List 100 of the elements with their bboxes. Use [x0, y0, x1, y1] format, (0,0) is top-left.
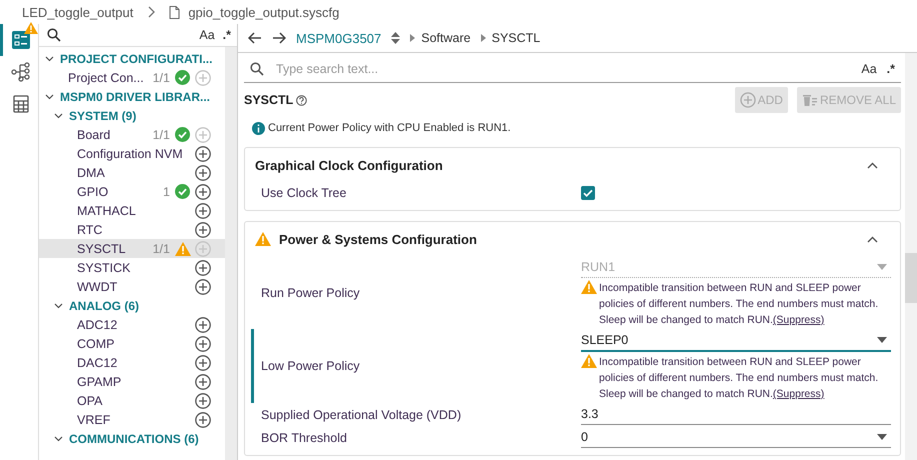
- category-label: COMMUNICATIONS (6): [69, 432, 199, 446]
- item-label: DAC12: [77, 356, 118, 370]
- add-icon[interactable]: [195, 374, 211, 390]
- tree-item[interactable]: DAC12: [39, 353, 225, 372]
- text-field[interactable]: 3.3: [581, 404, 891, 425]
- forward-arrow-icon[interactable]: [272, 32, 286, 44]
- tree-item[interactable]: VREF: [39, 410, 225, 429]
- item-label: OPA: [77, 394, 102, 408]
- add-icon[interactable]: [195, 202, 211, 218]
- item-label: Configuration NVM: [77, 146, 183, 160]
- item-label: ADC12: [77, 318, 118, 332]
- list-icon: [12, 31, 30, 49]
- collapse-caret-icon[interactable]: [867, 236, 878, 242]
- tree-item[interactable]: Board 1/1: [39, 125, 225, 144]
- item-label: GPAMP: [77, 374, 122, 388]
- search-icon: [250, 62, 264, 76]
- category-label: SYSTEM (9): [69, 108, 136, 122]
- scrollbar[interactable]: [225, 47, 237, 460]
- item-label: WWDT: [77, 280, 118, 294]
- regex-toggle[interactable]: .*: [886, 62, 895, 76]
- category-label: ANALOG (6): [69, 298, 139, 312]
- module-title: SYSCTL: [244, 93, 294, 107]
- item-label: DMA: [77, 166, 105, 180]
- help-icon[interactable]: [296, 94, 308, 106]
- add-icon[interactable]: [195, 336, 211, 352]
- add-icon: [740, 92, 756, 108]
- tree-category[interactable]: MSPM0 DRIVER LIBRAR...: [39, 87, 225, 106]
- chevron-icon: [480, 34, 486, 42]
- tree-category[interactable]: ANALOG (6): [39, 296, 225, 315]
- tree-item[interactable]: Project Con... 1/1: [39, 68, 225, 87]
- tree-item[interactable]: Configuration NVM: [39, 144, 225, 163]
- tree-category[interactable]: SYSTEM (9): [39, 106, 225, 125]
- add-icon[interactable]: [195, 222, 211, 238]
- tree-item[interactable]: DMA: [39, 163, 225, 182]
- section-title: Power & Systems Configuration: [279, 232, 477, 246]
- tree-category[interactable]: COMMUNICATIONS (6): [39, 429, 225, 448]
- dropdown-arrow-icon: [877, 337, 887, 343]
- search-icon[interactable]: [47, 28, 61, 42]
- suppress-link[interactable]: (Suppress): [772, 388, 824, 400]
- add-icon[interactable]: [195, 278, 211, 294]
- dropdown-arrow-icon: [877, 264, 887, 270]
- scrollbar[interactable]: [905, 53, 917, 460]
- tree-item[interactable]: MATHACL: [39, 201, 225, 220]
- back-arrow-icon[interactable]: [248, 32, 262, 44]
- add-icon[interactable]: [195, 260, 211, 276]
- caret-icon[interactable]: [45, 56, 54, 62]
- tree-item[interactable]: SYSTICK: [39, 258, 225, 277]
- tree-item[interactable]: GPAMP: [39, 372, 225, 391]
- collapse-caret-icon[interactable]: [867, 162, 878, 168]
- tree-item[interactable]: SYSCTL 1/1: [39, 239, 225, 258]
- item-label: Project Con...: [68, 70, 144, 84]
- warning-icon: [581, 280, 597, 294]
- search-field[interactable]: Type search text... Aa .*: [244, 55, 901, 83]
- chevron-icon: [410, 34, 416, 42]
- add-icon[interactable]: [195, 164, 211, 180]
- match-case-toggle[interactable]: Aa: [861, 62, 877, 76]
- item-label: MATHACL: [77, 204, 136, 218]
- trash-icon: [802, 93, 818, 107]
- section-title: Graphical Clock Configuration: [255, 158, 443, 172]
- path-crumb[interactable]: SYSCTL: [492, 31, 540, 45]
- tree-item[interactable]: RTC: [39, 220, 225, 239]
- item-label: SYSCTL: [77, 242, 126, 256]
- tree-category[interactable]: PROJECT CONFIGURATI...: [39, 49, 225, 68]
- caret-icon[interactable]: [54, 112, 63, 118]
- tree-item[interactable]: OPA: [39, 391, 225, 410]
- field-label: Low Power Policy: [261, 359, 361, 373]
- instance-count: 1/1: [152, 242, 170, 256]
- add-icon[interactable]: [195, 316, 211, 332]
- item-label: COMP: [77, 336, 114, 350]
- path-crumb[interactable]: Software: [421, 31, 471, 45]
- caret-icon[interactable]: [45, 94, 54, 100]
- tree-item[interactable]: COMP: [39, 334, 225, 353]
- add-icon[interactable]: [195, 392, 211, 408]
- field-label: BOR Threshold: [261, 430, 348, 444]
- item-label: Board: [77, 128, 110, 142]
- instance-count: 1/1: [152, 128, 170, 142]
- dropdown[interactable]: SLEEP0: [581, 330, 891, 352]
- info-message: Current Power Policy with CPU Enabled is RUN1.: [268, 122, 511, 134]
- tree-item[interactable]: ADC12: [39, 315, 225, 334]
- tree-item[interactable]: GPIO 1: [39, 182, 225, 201]
- add-icon[interactable]: [195, 184, 211, 200]
- project-breadcrumb[interactable]: LED_toggle_output: [22, 4, 134, 20]
- category-label: PROJECT CONFIGURATI...: [60, 52, 212, 66]
- caret-icon[interactable]: [54, 436, 63, 442]
- tree-item[interactable]: WWDT: [39, 277, 225, 296]
- caret-icon[interactable]: [54, 302, 63, 308]
- info-icon: [252, 122, 265, 134]
- match-case-toggle[interactable]: Aa: [199, 28, 215, 42]
- warning-message: Incompatible transition between RUN and SLEEP power policies of different numbers. The end numbers must match. Sleep will be changed to match RUN.(Suppress): [599, 355, 880, 402]
- checkbox[interactable]: [581, 186, 595, 200]
- field-label: Supplied Operational Voltage (VDD): [261, 408, 462, 422]
- add-icon[interactable]: [195, 354, 211, 370]
- device-selector[interactable]: MSPM0G3507: [296, 30, 382, 46]
- dropdown[interactable]: 0: [581, 427, 891, 448]
- add-icon[interactable]: [195, 412, 211, 428]
- field-label: Use Clock Tree: [261, 186, 348, 200]
- sort-arrows-icon[interactable]: [391, 32, 400, 44]
- file-breadcrumb[interactable]: gpio_toggle_output.syscfg: [188, 4, 340, 20]
- add-icon[interactable]: [195, 146, 211, 162]
- regex-toggle[interactable]: .*: [222, 28, 231, 42]
